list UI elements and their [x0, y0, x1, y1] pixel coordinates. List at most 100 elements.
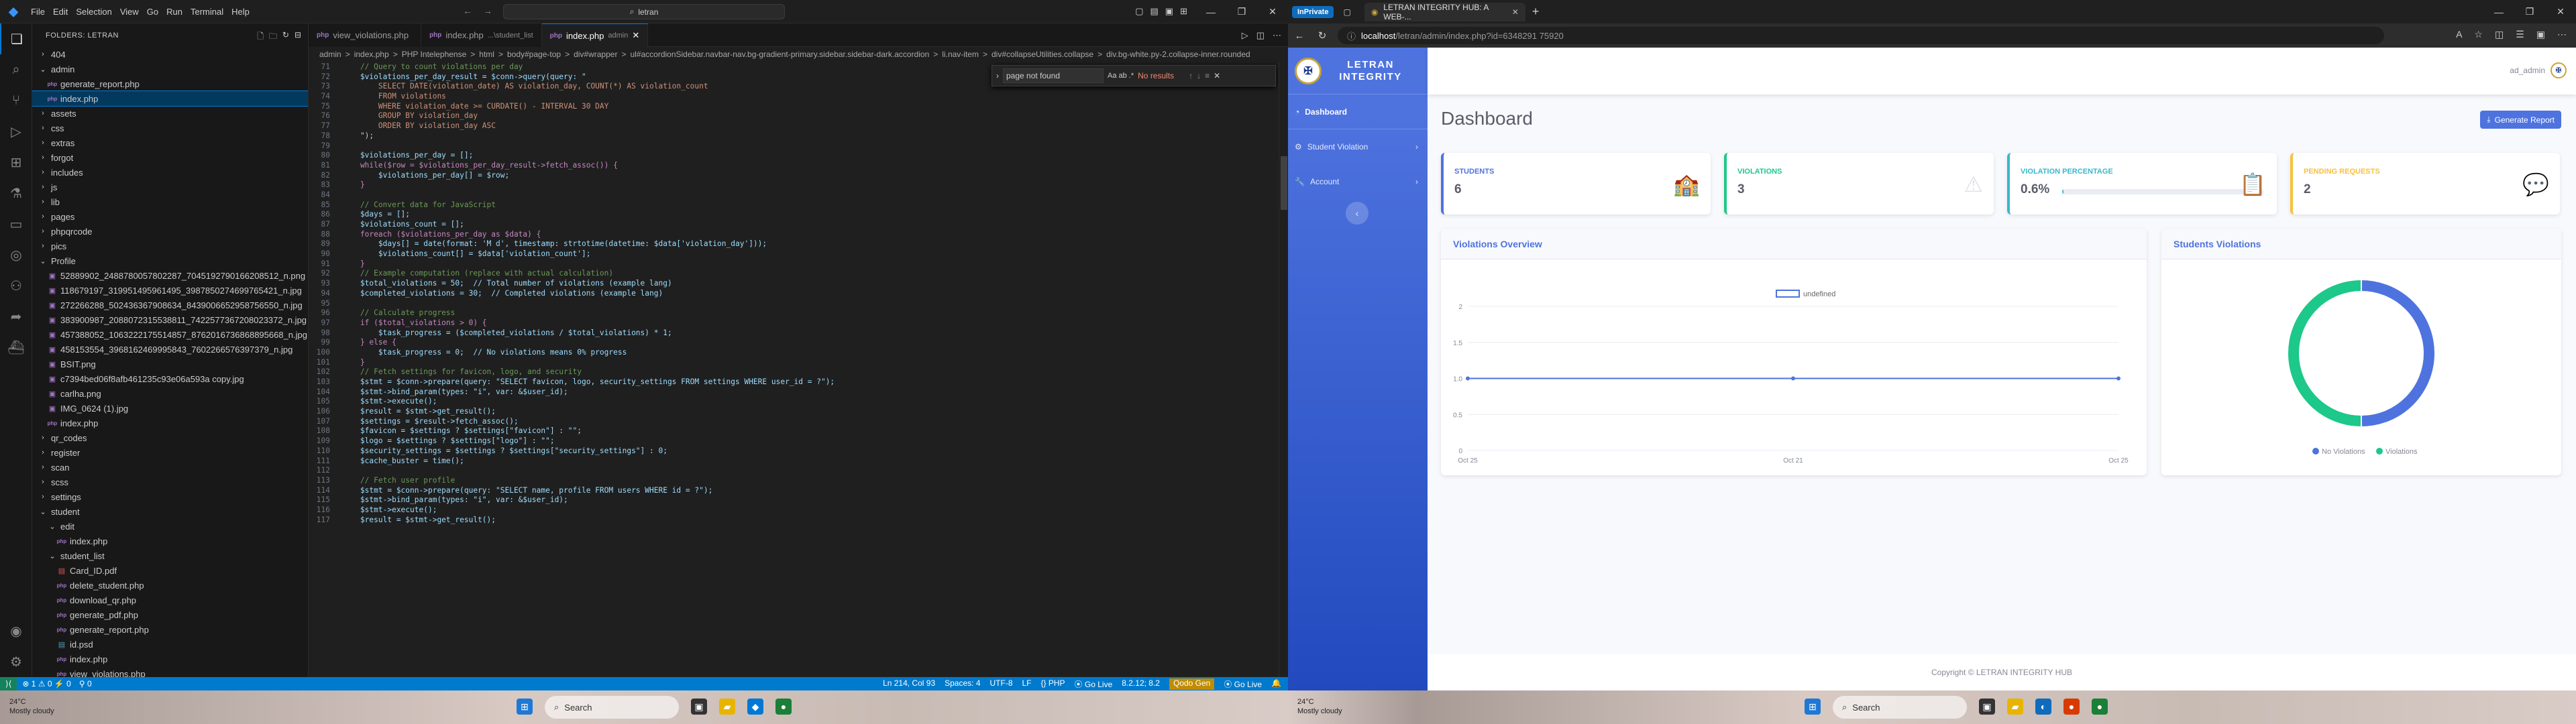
tree-file[interactable]: php index.php	[32, 534, 308, 548]
status-right-item[interactable]: ⦿ Go Live	[1224, 678, 1262, 690]
vscode-taskbar-icon[interactable]: ◆	[747, 699, 763, 715]
tree-folder[interactable]: › assets	[32, 106, 308, 121]
weather-widget[interactable]: 24°C Mostly cloudy	[9, 697, 54, 716]
expand-replace-icon[interactable]: ›	[996, 71, 999, 80]
extensions-icon[interactable]: ⊞	[0, 147, 32, 178]
tree-folder[interactable]: › scan	[32, 460, 308, 475]
command-center[interactable]: ⌕ letran	[503, 4, 785, 19]
status-right-item[interactable]: Spaces: 4	[945, 678, 980, 690]
weather-widget-2[interactable]: 24°C Mostly cloudy	[1297, 697, 1342, 716]
tree-folder[interactable]: › register	[32, 445, 308, 460]
tree-file[interactable]: php generate_pdf.php	[32, 607, 308, 622]
task-view-icon-2[interactable]: ▣	[1979, 699, 1995, 715]
browser-minimize-icon[interactable]: —	[2483, 0, 2514, 23]
tree-file[interactable]: ▣ IMG_0624 (1).jpg	[32, 401, 308, 416]
sidebar-toggle-icon[interactable]: ‹	[1346, 202, 1368, 225]
address-bar[interactable]: ⓘ localhost/letran/admin/index.php?id=63…	[1338, 27, 2384, 44]
tree-file[interactable]: ▣ c7394bed06f8afb461235c93e06a593a copy.j…	[32, 371, 308, 386]
file-explorer-icon[interactable]: ▰	[719, 699, 735, 715]
tree-folder[interactable]: › scss	[32, 475, 308, 489]
site-info-icon[interactable]: ⓘ	[1347, 29, 1356, 42]
refresh-icon[interactable]: ↻	[282, 30, 289, 44]
tree-folder[interactable]: › phpqrcode	[32, 224, 308, 239]
tree-folder[interactable]: ⌄ student_list	[32, 548, 308, 563]
status-right-item[interactable]: {} PHP	[1041, 678, 1065, 690]
tree-file[interactable]: php generate_report.php	[32, 622, 308, 637]
menu-go[interactable]: Go	[143, 7, 162, 17]
status-right-item[interactable]: ⦿ Go Live	[1075, 678, 1113, 690]
account-icon[interactable]: ◉	[0, 615, 32, 646]
forward-icon[interactable]: →	[483, 5, 492, 16]
nav-student-violation[interactable]: ⚙ Student Violation ›	[1288, 129, 1428, 164]
minimize-icon[interactable]: —	[1195, 0, 1226, 23]
code-editor[interactable]: 71 // Query to count violations per day 7…	[309, 62, 1288, 677]
user-menu[interactable]: ad_admin ✠	[2510, 62, 2567, 78]
status-right-item[interactable]: LF	[1022, 678, 1032, 690]
file-explorer-icon-2[interactable]: ▰	[2007, 699, 2023, 715]
remote-indicator[interactable]: ⟩⟨	[0, 677, 17, 690]
toggle-secondary-sidebar-icon[interactable]: ▣	[1165, 6, 1173, 17]
split-screen-icon[interactable]: ◫	[2495, 29, 2504, 40]
tree-file[interactable]: ▣ 118679197_319951495961495_3987850274699…	[32, 283, 308, 298]
breadcrumb-item[interactable]: html	[479, 50, 494, 59]
app-taskbar-icon-3[interactable]: ●	[2092, 699, 2108, 715]
task-view-icon[interactable]: ▣	[691, 699, 707, 715]
tab-actions-icon[interactable]: ▢	[1343, 7, 1350, 17]
tree-folder[interactable]: › settings	[32, 489, 308, 504]
status-right-item[interactable]: Qodo Gen	[1169, 678, 1215, 690]
close-find-icon[interactable]: ✕	[1214, 71, 1220, 80]
tree-folder[interactable]: › pages	[32, 209, 308, 224]
status-right-item[interactable]: UTF-8	[990, 678, 1013, 690]
app-taskbar-icon-2[interactable]: ●	[2063, 699, 2080, 715]
menu-edit[interactable]: Edit	[49, 7, 72, 17]
tree-folder[interactable]: › css	[32, 121, 308, 135]
tree-folder[interactable]: ⌄ edit	[32, 519, 308, 534]
tree-file[interactable]: ▤ Card_ID.pdf	[32, 563, 308, 578]
status-left-item[interactable]: ⊗ 1 ⚠ 0 ⚡ 0	[22, 679, 70, 688]
tree-file[interactable]: ▣ 383900987_2088072315538811_742257736720…	[32, 312, 308, 327]
run-icon[interactable]: ▷	[1242, 30, 1248, 41]
status-right-item[interactable]: 8.2.12; 8.2	[1122, 678, 1160, 690]
collapse-all-icon[interactable]: ⊟	[294, 30, 301, 44]
source-control-icon[interactable]: ⑂	[0, 85, 32, 116]
previous-match-icon[interactable]: ↑	[1189, 71, 1193, 80]
tree-file[interactable]: php delete_student.php	[32, 578, 308, 593]
status-right-item[interactable]: 🔔	[1271, 678, 1281, 690]
run-debug-icon[interactable]: ▷	[0, 116, 32, 147]
tree-file[interactable]: ▤ id.psd	[32, 637, 308, 652]
breadcrumb-item[interactable]: body#page-top	[507, 50, 561, 59]
tree-folder[interactable]: ⌄ Profile	[32, 253, 308, 268]
tree-file[interactable]: ▣ BSIT.png	[32, 357, 308, 371]
favorite-star-icon[interactable]: ☆	[2474, 29, 2483, 40]
start-icon-2[interactable]: ⊞	[1805, 699, 1821, 715]
tree-file[interactable]: php download_qr.php	[32, 593, 308, 607]
back-icon[interactable]: ←	[463, 5, 472, 16]
tree-file[interactable]: ▣ carlha.png	[32, 386, 308, 401]
menu-view[interactable]: View	[116, 7, 143, 17]
testing-icon[interactable]: ⚗	[0, 178, 32, 208]
close-icon[interactable]: ✕	[1257, 0, 1288, 23]
breadcrumb-item[interactable]: PHP Intelephense	[402, 50, 467, 59]
breadcrumb-item[interactable]: div#wrapper	[574, 50, 617, 59]
breadcrumb-item[interactable]: li.nav-item	[942, 50, 979, 59]
breadcrumb-item[interactable]: ul#accordionSidebar.navbar-nav.bg-gradie…	[630, 50, 929, 59]
favorites-icon[interactable]: ☰	[2516, 29, 2524, 40]
close-tab-icon[interactable]: ✕	[1512, 7, 1519, 17]
taskbar-search-2[interactable]: ⌕ Search	[1833, 696, 1967, 719]
menu-run[interactable]: Run	[162, 7, 186, 17]
browser-maximize-icon[interactable]: ❐	[2514, 0, 2545, 23]
tree-file[interactable]: php index.php	[32, 90, 308, 107]
generate-report-button[interactable]: ⤓ Generate Report	[2480, 111, 2561, 129]
browser-close-icon[interactable]: ✕	[2545, 0, 2576, 23]
settings-gear-icon[interactable]: ⚙	[0, 646, 32, 677]
status-right-item[interactable]: Ln 214, Col 93	[883, 678, 935, 690]
maximize-icon[interactable]: ❐	[1226, 0, 1257, 23]
read-aloud-icon[interactable]: A	[2456, 29, 2462, 40]
tree-file[interactable]: ▣ 458153554_3968162469995843_760226657639…	[32, 342, 308, 357]
tree-folder[interactable]: › pics	[32, 239, 308, 253]
tree-folder[interactable]: › extras	[32, 135, 308, 150]
more-actions-icon[interactable]: ⋯	[1273, 30, 1281, 41]
menu-file[interactable]: File	[27, 7, 49, 17]
tree-folder[interactable]: ⌄ student	[32, 504, 308, 519]
tree-file[interactable]: ▣ 52889902_2488780057802287_7045192790166…	[32, 268, 308, 283]
